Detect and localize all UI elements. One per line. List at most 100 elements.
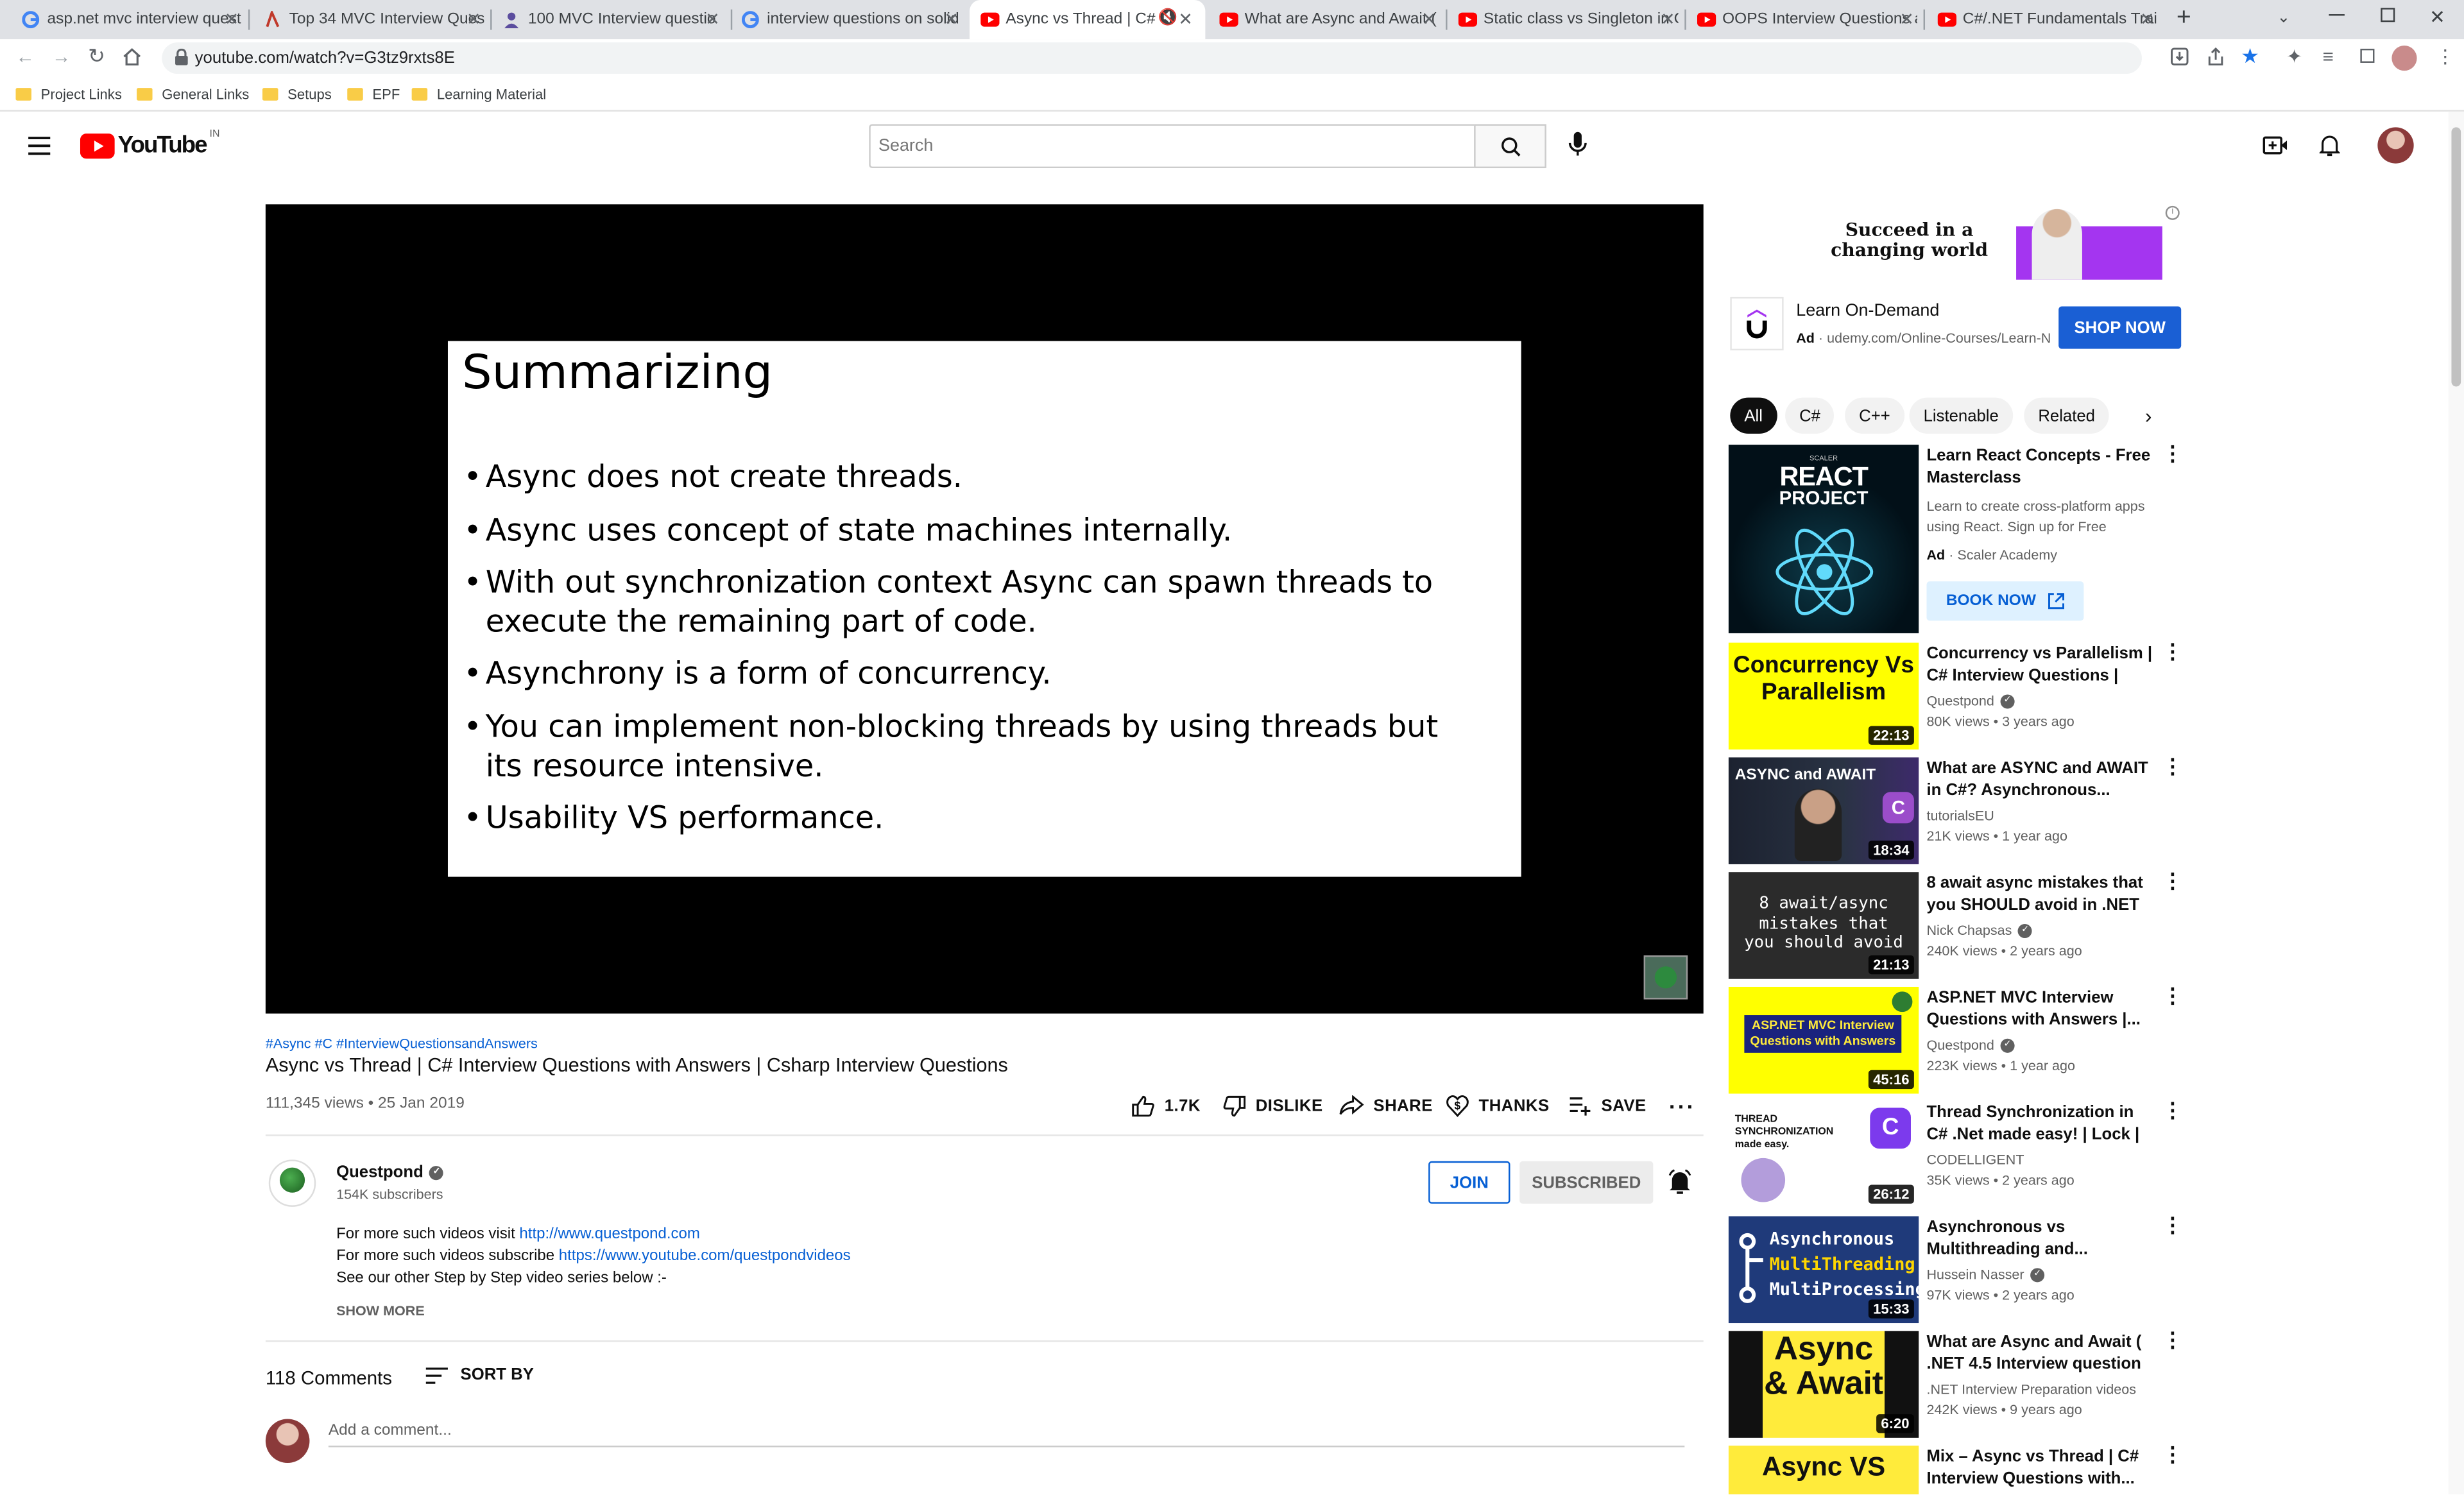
rec-channel[interactable]: tutorialsEU	[1926, 808, 1994, 823]
tab-3[interactable]: interview questions on solid ✕	[741, 0, 962, 39]
notifications-bell-icon[interactable]	[2319, 133, 2340, 157]
thumbnail[interactable]: Concurrency Vs Parallelism 22:13	[1728, 642, 1919, 750]
home-icon[interactable]	[123, 47, 141, 66]
video-player[interactable]: Summarizing Async does not create thread…	[265, 204, 1704, 1014]
save-button[interactable]: SAVE	[1568, 1095, 1647, 1116]
minimize-icon[interactable]	[2329, 14, 2345, 16]
back-icon[interactable]: ←	[15, 46, 34, 67]
more-options-icon[interactable]: ⋮	[2162, 1215, 2183, 1235]
close-icon[interactable]: ✕	[1178, 10, 1193, 30]
account-avatar[interactable]	[2377, 127, 2414, 164]
recommendation-item[interactable]: Async & Await 6:20 What are Async and Aw…	[1728, 1329, 2184, 1438]
more-options-icon[interactable]: ⋮	[2162, 871, 2183, 891]
forward-icon[interactable]: →	[52, 46, 71, 67]
recommendation-item[interactable]: Asynchronous MultiThreading MultiProcess…	[1728, 1215, 2184, 1324]
new-tab-icon[interactable]: +	[2177, 4, 2191, 33]
share-icon[interactable]	[2206, 47, 2225, 65]
close-icon[interactable]: ✕	[944, 10, 959, 30]
channel-name[interactable]: Questpond ✓	[336, 1163, 444, 1182]
recommendation-item[interactable]: Concurrency Vs Parallelism 22:13 Concurr…	[1728, 641, 2184, 750]
close-icon[interactable]: ✕	[225, 10, 239, 30]
shop-now-button[interactable]: SHOP NOW	[2058, 306, 2182, 349]
bookmark-project-links[interactable]: Project Links	[15, 83, 122, 105]
more-actions-icon[interactable]: ···	[1669, 1094, 1696, 1119]
more-options-icon[interactable]: ⋮	[2162, 756, 2183, 776]
close-icon[interactable]: ✕	[705, 10, 720, 30]
rec-channel[interactable]: Hussein Nasser ✓	[1926, 1267, 2045, 1283]
rec-channel[interactable]: .NET Interview Preparation videos	[1926, 1381, 2136, 1397]
menu-icon[interactable]: ⋮	[2436, 46, 2454, 67]
bookmark-star-icon[interactable]: ★	[2241, 44, 2259, 69]
thumbnail[interactable]: ASYNC and AWAIT C 18:34	[1728, 757, 1919, 864]
install-icon[interactable]	[2170, 47, 2189, 65]
profile-avatar[interactable]	[2391, 46, 2417, 71]
tab-search-icon[interactable]: ⌄	[2277, 10, 2291, 27]
recommendation-ad[interactable]: SCALER REACT PROJECT Learn React Concept…	[1728, 443, 2184, 633]
chevron-right-icon[interactable]: ›	[2145, 404, 2152, 427]
dislike-button[interactable]: DISLIKE	[1222, 1095, 1322, 1117]
hashtags[interactable]: #Async #C #InterviewQuestionsandAnswers	[266, 1036, 538, 1051]
sort-by-button[interactable]: SORT BY	[425, 1365, 534, 1385]
share-button[interactable]: SHARE	[1339, 1095, 1433, 1116]
close-icon[interactable]: ✕	[1899, 10, 1914, 30]
bookmark-setups[interactable]: Setups	[262, 83, 332, 105]
more-options-icon[interactable]: ⋮	[2162, 641, 2183, 662]
rec-title[interactable]: Asynchronous vs Multithreading and...	[1926, 1217, 2159, 1261]
tab-7[interactable]: OOPS Interview Questions a ✕	[1697, 0, 1917, 39]
bookmark-learning-material[interactable]: Learning Material	[411, 83, 546, 105]
thumbnail[interactable]: THREAD SYNCHRONIZATION made easy. C 26:1…	[1728, 1101, 1919, 1209]
recommendation-item[interactable]: ASYNC and AWAIT C 18:34 What are ASYNC a…	[1728, 756, 2184, 864]
hamburger-menu-icon[interactable]	[28, 137, 51, 155]
search-button[interactable]	[1474, 124, 1546, 169]
more-options-icon[interactable]: ⋮	[2162, 986, 2183, 1006]
rec-title[interactable]: What are Async and Await ( .NET 4.5 Inte…	[1926, 1331, 2159, 1375]
thumbnail[interactable]: 8 await/async mistakes that you should a…	[1728, 872, 1919, 979]
channel-watermark[interactable]	[1643, 955, 1688, 1000]
udemy-logo-icon[interactable]	[1730, 296, 1784, 351]
thanks-button[interactable]: $ THANKS	[1446, 1094, 1550, 1118]
rec-channel[interactable]: Questpond ✓	[1926, 1037, 2015, 1054]
ad-banner[interactable]: Succeed in a changing world i	[1730, 204, 2183, 280]
tab-6[interactable]: Static class vs Singleton in C ✕	[1458, 0, 1679, 39]
extensions-icon[interactable]: ✦	[2286, 46, 2302, 67]
tab-2[interactable]: 100 MVC Interview questio ✕	[503, 0, 723, 39]
more-options-icon[interactable]: ⋮	[2162, 1444, 2183, 1465]
show-more-button[interactable]: SHOW MORE	[336, 1303, 425, 1318]
thumbnail[interactable]: SCALER REACT PROJECT	[1728, 445, 1919, 633]
book-now-button[interactable]: BOOK NOW	[1926, 581, 2084, 621]
rec-title[interactable]: 8 await async mistakes that you SHOULD a…	[1926, 872, 2159, 916]
thumbnail[interactable]: Async & Await 6:20	[1728, 1331, 1919, 1438]
thumbnail[interactable]: ASP.NET MVC Interview Questions with Ans…	[1728, 986, 1919, 1094]
thumbnail[interactable]: Async VS	[1728, 1446, 1919, 1494]
close-icon[interactable]: ✕	[2140, 10, 2155, 30]
chip-listenable[interactable]: Listenable	[1909, 397, 2013, 434]
close-window-icon[interactable]: ✕	[2429, 6, 2445, 28]
tab-1[interactable]: Top 34 MVC Interview Ques ✕	[264, 0, 484, 39]
close-icon[interactable]: ✕	[1661, 10, 1675, 30]
recommendation-item[interactable]: 8 await/async mistakes that you should a…	[1728, 871, 2184, 979]
rec-channel[interactable]: Nick Chapsas ✓	[1926, 923, 2033, 939]
channel-avatar[interactable]	[268, 1159, 316, 1207]
desc-link-website[interactable]: http://www.questpond.com	[519, 1226, 699, 1243]
join-button[interactable]: JOIN	[1428, 1161, 1510, 1204]
reading-list-icon[interactable]: ≡	[2323, 46, 2334, 67]
chip-cpp[interactable]: C++	[1845, 397, 1904, 434]
rec-channel[interactable]: CODELLIGENT	[1926, 1152, 2024, 1167]
rec-channel[interactable]: Questpond ✓	[1926, 693, 2015, 709]
lock-icon[interactable]	[175, 48, 189, 66]
close-icon[interactable]: ✕	[466, 10, 481, 30]
tab-4-active[interactable]: Async vs Thread | C# Int 🔇 ✕	[970, 0, 1206, 40]
microphone-icon[interactable]	[1565, 130, 1590, 158]
like-button[interactable]: 1.7K	[1131, 1095, 1201, 1117]
page-scrollbar[interactable]	[2448, 111, 2464, 1494]
chip-csharp[interactable]: C#	[1785, 397, 1835, 434]
side-panel-icon[interactable]	[2360, 48, 2375, 63]
thumbnail[interactable]: Asynchronous MultiThreading MultiProcess…	[1728, 1216, 1919, 1324]
ad-title[interactable]: Learn On-Demand	[1796, 302, 1939, 320]
rec-title[interactable]: ASP.NET MVC Interview Questions with Ans…	[1926, 987, 2159, 1031]
create-video-icon[interactable]	[2263, 135, 2288, 156]
rec-title[interactable]: What are ASYNC and AWAIT in C#? Asynchro…	[1926, 757, 2159, 801]
bookmark-general-links[interactable]: General Links	[137, 83, 249, 105]
scrollbar-thumb[interactable]	[2451, 127, 2461, 387]
chip-all[interactable]: All	[1730, 397, 1777, 434]
